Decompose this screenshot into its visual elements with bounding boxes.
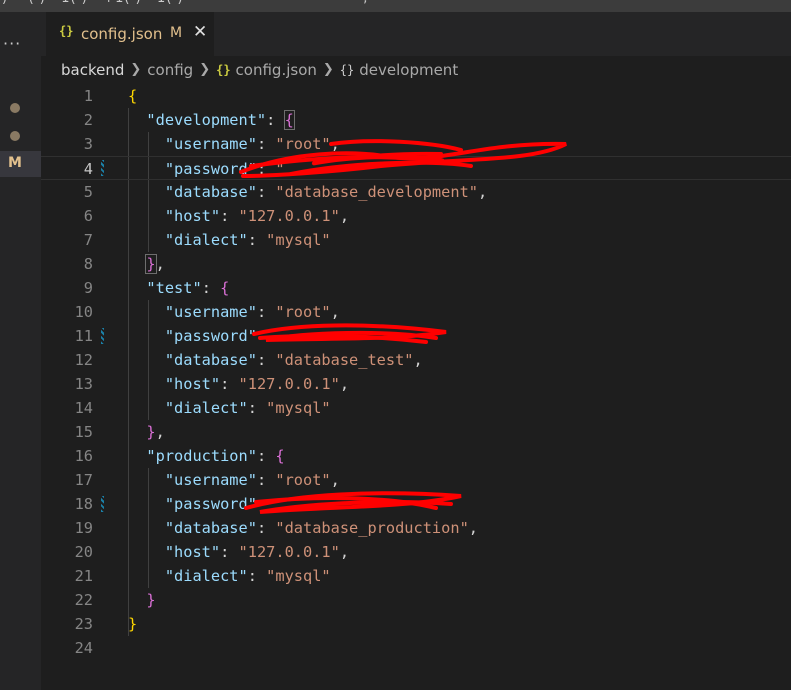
line-number: 22 bbox=[74, 591, 93, 609]
json-key: "host" bbox=[164, 543, 221, 561]
line-number: 15 bbox=[74, 423, 93, 441]
json-key: "host" bbox=[164, 375, 221, 393]
breadcrumb-item-backend[interactable]: backend bbox=[61, 61, 124, 79]
line-number: 23 bbox=[74, 615, 93, 633]
json-key: "host" bbox=[164, 207, 221, 225]
code-editor[interactable]: 1{ 2 "development": { 3 "username": "roo… bbox=[41, 84, 791, 690]
unsaved-dot-icon bbox=[10, 131, 20, 141]
tab-config-json[interactable]: {} config.json M ✕ bbox=[46, 12, 214, 56]
object-symbol-icon: {} bbox=[339, 62, 355, 77]
json-key: "dialect" bbox=[164, 399, 248, 417]
redaction-scribble bbox=[239, 139, 567, 178]
code-line: 23} bbox=[41, 612, 791, 636]
code-line: 6 "host": "127.0.0.1", bbox=[41, 204, 791, 228]
title-bar-strip: ) ·(·) ·1(·) ·+1(·) ·1(·) ·; · ·· bbox=[0, 0, 791, 12]
line-number: 12 bbox=[74, 351, 93, 369]
unsaved-dot-icon bbox=[10, 103, 20, 113]
json-value: "database_test" bbox=[275, 351, 414, 369]
line-number: 7 bbox=[83, 231, 93, 249]
breadcrumb-item-config-json[interactable]: config.json bbox=[236, 61, 317, 79]
code-line: 15 }, bbox=[41, 420, 791, 444]
json-value: "mysql" bbox=[266, 567, 331, 585]
code-line: 2 "development": { bbox=[41, 108, 791, 132]
line-number: 11 bbox=[74, 327, 93, 345]
more-icon[interactable]: ··· bbox=[3, 34, 21, 53]
modified-file-item[interactable]: M bbox=[0, 151, 41, 177]
json-key: "dialect" bbox=[164, 231, 248, 249]
breadcrumb-item-config[interactable]: config bbox=[147, 61, 193, 79]
line-number: 16 bbox=[74, 447, 93, 465]
code-line: 19 "database": "database_production", bbox=[41, 516, 791, 540]
code-line: 22 } bbox=[41, 588, 791, 612]
json-value: "database_production" bbox=[275, 519, 469, 537]
redaction-scribble bbox=[252, 323, 447, 344]
modified-badge: M bbox=[8, 155, 22, 171]
line-number: 6 bbox=[83, 207, 93, 225]
json-key: "password" bbox=[164, 327, 257, 345]
json-value: "mysql" bbox=[266, 231, 331, 249]
code-line: 12 "database": "database_test", bbox=[41, 348, 791, 372]
title-bar-clipped-text: ) ·(·) ·1(·) ·+1(·) ·1(·) ·; · ·· bbox=[2, 0, 420, 6]
json-value: "127.0.0.1" bbox=[238, 543, 340, 561]
line-number: 1 bbox=[83, 87, 93, 105]
json-file-icon: {} bbox=[216, 62, 231, 77]
breadcrumb-item-development[interactable]: development bbox=[359, 61, 458, 79]
chevron-right-icon: ❯ bbox=[130, 62, 142, 77]
line-number: 24 bbox=[74, 639, 93, 657]
tab-bar: {} config.json M ✕ bbox=[41, 12, 791, 56]
json-value: "database_development" bbox=[275, 183, 478, 201]
tab-label: config.json bbox=[81, 25, 163, 43]
chevron-right-icon: ❯ bbox=[322, 62, 334, 77]
json-value: "mysql" bbox=[266, 399, 331, 417]
close-icon[interactable]: ✕ bbox=[193, 22, 207, 42]
json-key: "username" bbox=[164, 303, 257, 321]
line-number: 20 bbox=[74, 543, 93, 561]
activity-bar: ··· M bbox=[0, 12, 41, 690]
line-number: 3 bbox=[83, 135, 93, 153]
json-key: "development" bbox=[146, 111, 267, 129]
chevron-right-icon: ❯ bbox=[199, 62, 211, 77]
json-file-icon: {} bbox=[59, 24, 74, 38]
line-number: 13 bbox=[74, 375, 93, 393]
code-line: 16 "production": { bbox=[41, 444, 791, 468]
line-number: 19 bbox=[74, 519, 93, 537]
json-value: "127.0.0.1" bbox=[238, 375, 340, 393]
json-key: "database" bbox=[164, 519, 257, 537]
line-number: 14 bbox=[74, 399, 93, 417]
code-line: 7 "dialect": "mysql" bbox=[41, 228, 791, 252]
line-number: 10 bbox=[74, 303, 93, 321]
line-number: 17 bbox=[74, 471, 93, 489]
line-number: 4 bbox=[83, 160, 93, 178]
code-line: 13 "host": "127.0.0.1", bbox=[41, 372, 791, 396]
json-value: "127.0.0.1" bbox=[238, 207, 340, 225]
json-key: "production" bbox=[146, 447, 257, 465]
code-line: 20 "host": "127.0.0.1", bbox=[41, 540, 791, 564]
code-line: 21 "dialect": "mysql" bbox=[41, 564, 791, 588]
json-key: "test" bbox=[146, 279, 202, 297]
line-number: 5 bbox=[83, 183, 93, 201]
line-number: 21 bbox=[74, 567, 93, 585]
code-line: 24 bbox=[41, 636, 791, 660]
code-line: 5 "database": "database_development", bbox=[41, 180, 791, 204]
json-key: "database" bbox=[164, 351, 257, 369]
line-number: 9 bbox=[83, 279, 93, 297]
line-number: 18 bbox=[74, 495, 93, 513]
code-line: 1{ bbox=[41, 84, 791, 108]
tab-modified-indicator: M bbox=[170, 25, 183, 41]
code-line: 9 "test": { bbox=[41, 276, 791, 300]
code-line: 8 }, bbox=[41, 252, 791, 276]
breadcrumb: backend ❯ config ❯ {} config.json ❯ {} developme… bbox=[61, 60, 458, 82]
line-number: 2 bbox=[83, 111, 93, 129]
json-key: "database" bbox=[164, 183, 257, 201]
redaction-scribble bbox=[244, 491, 462, 514]
code-line: 14 "dialect": "mysql" bbox=[41, 396, 791, 420]
json-key: "dialect" bbox=[164, 567, 248, 585]
line-number: 8 bbox=[83, 255, 93, 273]
